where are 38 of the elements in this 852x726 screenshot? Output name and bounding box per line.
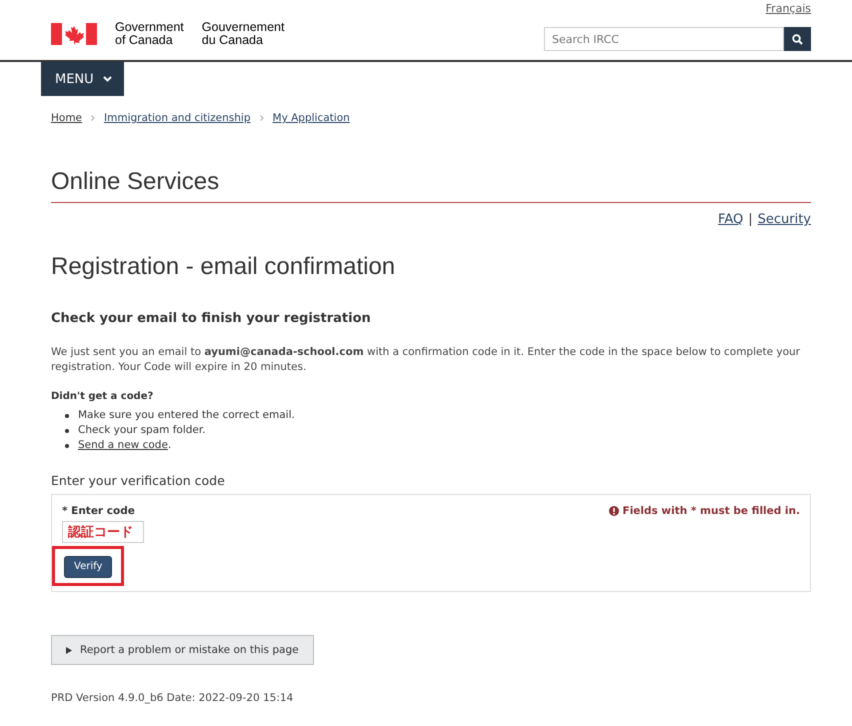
intro-text: We just sent you an email to ayumi@canada-school.com with a confirmation code in it. Enter the code in the space below to complete your registration. Your Code will expire in 20 minutes. [51, 345, 801, 375]
separator: | [748, 212, 753, 227]
list-item: Send a new code. [78, 438, 172, 453]
language-link[interactable]: Français [766, 2, 811, 15]
search-icon [792, 34, 803, 44]
list-item: Check your spam folder. [78, 423, 206, 438]
bullet-icon [65, 429, 69, 433]
chevron-right-icon [260, 115, 264, 121]
required-note: Fields with * must be filled in. [622, 505, 800, 517]
report-button[interactable]: Report a problem or mistake on this page [51, 635, 314, 665]
chevron-right-icon [91, 115, 96, 121]
government-name: Government of Canada [115, 21, 184, 47]
menu-button[interactable]: MENU [41, 62, 124, 96]
version-text: PRD Version 4.9.0_b6 Date: 2022-09-20 15:14 [51, 692, 294, 704]
list-item: Make sure you entered the correct email. [78, 408, 295, 423]
bullet-icon [65, 414, 69, 418]
triangle-right-icon [66, 646, 72, 654]
chevron-down-icon [102, 76, 112, 82]
verify-button[interactable]: Verify [64, 556, 112, 578]
bullet-icon [65, 444, 69, 448]
breadcrumb-link[interactable]: My Application [272, 112, 350, 124]
breadcrumb-link[interactable]: Home [51, 112, 82, 124]
field-label: * Enter code [62, 505, 135, 517]
page-title: Registration - email confirmation [51, 253, 396, 281]
search-field[interactable]: Search IRCC [544, 27, 784, 51]
send-code-link[interactable]: Send a new code [78, 439, 168, 451]
site-title: Online Services [51, 168, 811, 203]
search-button[interactable] [784, 27, 811, 51]
section-heading: Check your email to finish your registration [51, 311, 372, 326]
flag-icon [51, 23, 97, 45]
subheading: Didn't get a code? [51, 391, 154, 402]
utility-link[interactable]: Security [758, 212, 811, 227]
alert-icon [608, 506, 619, 516]
breadcrumb-link[interactable]: Immigration and citizenship [104, 112, 251, 124]
form-heading: Enter your verification code [51, 473, 226, 488]
government-name: Gouvernement du Canada [202, 21, 284, 47]
utility-link[interactable]: FAQ [718, 212, 744, 227]
code-field[interactable]: 認証コード [62, 521, 144, 543]
